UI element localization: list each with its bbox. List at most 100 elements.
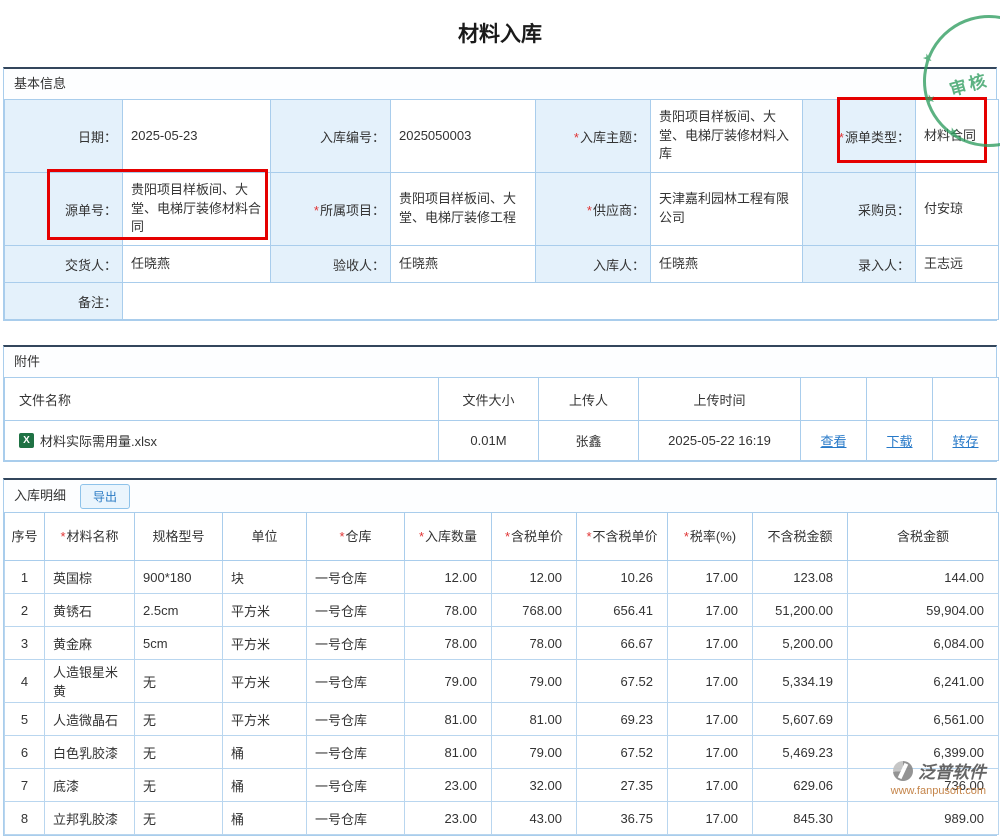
cell-amount-tax: 989.00 xyxy=(848,802,999,835)
cell-tax-rate: 17.00 xyxy=(668,736,753,769)
download-link[interactable]: 下载 xyxy=(886,434,912,449)
cell-unit: 桶 xyxy=(223,802,307,835)
project-label: *所属项目： xyxy=(271,173,391,246)
view-link[interactable]: 查看 xyxy=(820,434,846,449)
file-name: 材料实际需用量.xlsx xyxy=(40,431,157,450)
supplier-value: 天津嘉利园林工程有限公司 xyxy=(651,173,803,246)
basic-info-row-1: *日期： 2025-05-23 *入库编号： 2025050003 *入库主题：… xyxy=(5,100,999,173)
col-header-amount-notax: *不含税金额 xyxy=(753,513,848,561)
col-header-price-tax: *含税单价 xyxy=(492,513,577,561)
cell-seq: 4 xyxy=(5,660,45,703)
table-row: 1 英国棕 900*180 块 一号仓库 12.00 12.00 10.26 1… xyxy=(5,561,999,594)
required-asterisk: * xyxy=(505,529,510,544)
col-header-upload-time: 上传时间 xyxy=(639,378,801,421)
cell-price-notax: 67.52 xyxy=(577,660,668,703)
cell-qty: 23.00 xyxy=(405,769,492,802)
inspector-value: 任晓燕 xyxy=(391,246,536,283)
required-asterisk: * xyxy=(419,529,424,544)
basic-info-row-3: *交货人： 任晓燕 *验收人： 任晓燕 *入库人： 任晓燕 *录入人： 王志远 xyxy=(5,246,999,283)
inbound-details-section-title: 入库明细 xyxy=(14,481,66,511)
supplier-label: *供应商： xyxy=(536,173,651,246)
cell-price-notax: 66.67 xyxy=(577,627,668,660)
deliverer-label: *交货人： xyxy=(5,246,123,283)
attachments-section-title: 附件 xyxy=(4,347,996,377)
cell-amount-tax: 736.00 xyxy=(848,769,999,802)
project-value: 贵阳项目样板间、大堂、电梯厅装修工程 xyxy=(391,173,536,246)
file-download-cell: 下载 xyxy=(867,421,933,461)
cell-material: 白色乳胶漆 xyxy=(45,736,135,769)
required-asterisk: * xyxy=(60,529,65,544)
cell-price-tax: 78.00 xyxy=(492,627,577,660)
cell-seq: 1 xyxy=(5,561,45,594)
cell-warehouse: 一号仓库 xyxy=(307,703,405,736)
cell-price-tax: 12.00 xyxy=(492,561,577,594)
cell-spec: 5cm xyxy=(135,627,223,660)
cell-amount-tax: 6,241.00 xyxy=(848,660,999,703)
cell-amount-notax: 123.08 xyxy=(753,561,848,594)
remark-label: *备注： xyxy=(5,283,123,320)
cell-price-tax: 32.00 xyxy=(492,769,577,802)
cell-amount-tax: 59,904.00 xyxy=(848,594,999,627)
cell-price-notax: 656.41 xyxy=(577,594,668,627)
cell-unit: 桶 xyxy=(223,769,307,802)
col-header-qty: *入库数量 xyxy=(405,513,492,561)
required-asterisk: * xyxy=(839,130,844,145)
col-header-tax-rate: *税率(%) xyxy=(668,513,753,561)
cell-tax-rate: 17.00 xyxy=(668,594,753,627)
remark-value xyxy=(123,283,999,320)
cell-amount-notax: 5,200.00 xyxy=(753,627,848,660)
export-button[interactable]: 导出 xyxy=(80,484,130,509)
cell-amount-notax: 5,334.19 xyxy=(753,660,848,703)
cell-amount-tax: 6,084.00 xyxy=(848,627,999,660)
table-row: 7 底漆 无 桶 一号仓库 23.00 32.00 27.35 17.00 62… xyxy=(5,769,999,802)
cell-price-tax: 768.00 xyxy=(492,594,577,627)
cell-tax-rate: 17.00 xyxy=(668,703,753,736)
attachments-section: 附件 文件名称 文件大小 上传人 上传时间 材料实际需用量.xlsx 0.01M… xyxy=(3,345,997,462)
required-asterisk: * xyxy=(574,130,579,145)
col-header-warehouse: *仓库 xyxy=(307,513,405,561)
cell-price-notax: 69.23 xyxy=(577,703,668,736)
cell-material: 人造银星米黄 xyxy=(45,660,135,703)
buyer-value: 付安琼 xyxy=(916,173,999,246)
cell-warehouse: 一号仓库 xyxy=(307,660,405,703)
detail-table-body: 1 英国棕 900*180 块 一号仓库 12.00 12.00 10.26 1… xyxy=(5,561,999,835)
cell-material: 黄金麻 xyxy=(45,627,135,660)
cell-unit: 桶 xyxy=(223,736,307,769)
inbound-details-bar: 入库明细 导出 xyxy=(4,480,996,512)
cell-amount-tax: 144.00 xyxy=(848,561,999,594)
table-row: 8 立邦乳胶漆 无 桶 一号仓库 23.00 43.00 36.75 17.00… xyxy=(5,802,999,835)
cell-price-tax: 79.00 xyxy=(492,660,577,703)
save-as-link[interactable]: 转存 xyxy=(952,434,978,449)
attachments-header-row: 文件名称 文件大小 上传人 上传时间 xyxy=(5,378,999,421)
date-label: *日期： xyxy=(5,100,123,173)
cell-qty: 79.00 xyxy=(405,660,492,703)
cell-amount-tax: 6,561.00 xyxy=(848,703,999,736)
recorder-label: *录入人： xyxy=(803,246,916,283)
table-row: 6 白色乳胶漆 无 桶 一号仓库 81.00 79.00 67.52 17.00… xyxy=(5,736,999,769)
cell-unit: 平方米 xyxy=(223,594,307,627)
page-title: 材料入库 xyxy=(0,0,1000,67)
cell-warehouse: 一号仓库 xyxy=(307,627,405,660)
col-header-spec: *规格型号 xyxy=(135,513,223,561)
cell-material: 黄锈石 xyxy=(45,594,135,627)
file-uploader: 张鑫 xyxy=(539,421,639,461)
file-upload-time: 2025-05-22 16:19 xyxy=(639,421,801,461)
attachment-row: 材料实际需用量.xlsx 0.01M 张鑫 2025-05-22 16:19 查… xyxy=(5,421,999,461)
stockkeeper-value: 任晓燕 xyxy=(651,246,803,283)
stockkeeper-label: *入库人： xyxy=(536,246,651,283)
date-value: 2025-05-23 xyxy=(123,100,271,173)
cell-amount-tax: 6,399.00 xyxy=(848,736,999,769)
cell-amount-notax: 845.30 xyxy=(753,802,848,835)
required-asterisk: * xyxy=(684,529,689,544)
source-type-value: 材料合同 xyxy=(916,100,999,173)
col-header-price-notax: *不含税单价 xyxy=(577,513,668,561)
cell-material: 人造微晶石 xyxy=(45,703,135,736)
cell-qty: 81.00 xyxy=(405,703,492,736)
cell-price-tax: 81.00 xyxy=(492,703,577,736)
source-order-label: *源单号： xyxy=(5,173,123,246)
cell-spec: 无 xyxy=(135,703,223,736)
cell-material: 立邦乳胶漆 xyxy=(45,802,135,835)
cell-tax-rate: 17.00 xyxy=(668,802,753,835)
attachments-table: 文件名称 文件大小 上传人 上传时间 材料实际需用量.xlsx 0.01M 张鑫… xyxy=(4,377,999,461)
cell-amount-notax: 629.06 xyxy=(753,769,848,802)
